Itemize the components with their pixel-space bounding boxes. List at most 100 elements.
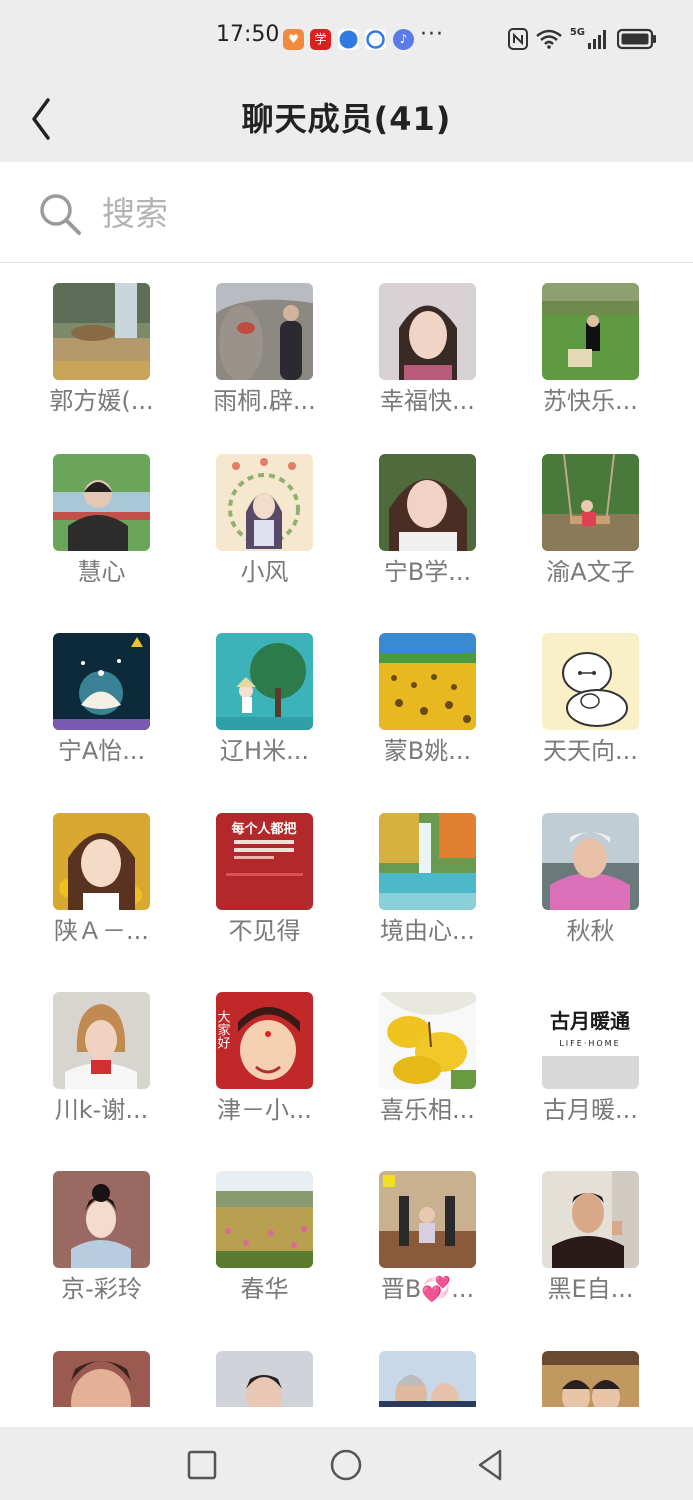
title-bar: 聊天成员(41): [0, 78, 693, 162]
avatar: [379, 283, 476, 380]
member-item[interactable]: [183, 1331, 346, 1427]
avatar: [53, 992, 150, 1089]
member-item[interactable]: 宁B学...: [346, 434, 509, 604]
avatar: [216, 1171, 313, 1268]
member-item[interactable]: 辽H米...: [183, 613, 346, 783]
member-name: 津－小...: [217, 1096, 312, 1124]
avatar: [53, 454, 150, 551]
avatar: [216, 633, 313, 730]
member-name: 不见得: [228, 917, 301, 945]
avatar: 每个人都把: [216, 813, 313, 910]
member-item[interactable]: 蒙B姚...: [346, 613, 509, 783]
avatar: [379, 633, 476, 730]
member-item[interactable]: 川k-谢...: [20, 972, 183, 1142]
avatar: [216, 283, 313, 380]
avatar: [542, 813, 639, 910]
member-item[interactable]: 京-彩玲: [20, 1151, 183, 1321]
network-type-label: 5G: [569, 27, 585, 38]
avatar: [379, 992, 476, 1089]
member-item[interactable]: 渝A文子: [509, 434, 672, 604]
member-item[interactable]: 雨桐.辟...: [183, 263, 346, 433]
app-notification-icon: [338, 29, 359, 50]
music-app-icon: ♪: [393, 29, 414, 50]
member-item[interactable]: 慧心: [20, 434, 183, 604]
avatar: [379, 1351, 476, 1407]
member-item[interactable]: 黑E自...: [509, 1151, 672, 1321]
member-name: 京-彩玲: [61, 1275, 142, 1303]
status-time: 17:50: [216, 22, 280, 47]
avatar: [53, 633, 150, 730]
member-name: 幸福快...: [380, 387, 475, 415]
avatar: [542, 454, 639, 551]
member-item[interactable]: 境由心...: [346, 793, 509, 963]
app-notification-icon: [365, 29, 386, 50]
avatar-caption: LIFE·HOME: [559, 1039, 620, 1048]
avatar: 大家好: [216, 992, 313, 1089]
member-item[interactable]: 每个人都把 不见得: [183, 793, 346, 963]
avatar: [53, 1351, 150, 1407]
signal-icon: [588, 30, 606, 49]
member-name: 喜乐相...: [380, 1096, 475, 1124]
member-item[interactable]: 秋秋: [509, 793, 672, 963]
back-triangle-icon[interactable]: [470, 1445, 510, 1485]
avatar: [53, 813, 150, 910]
recent-apps-icon[interactable]: [182, 1445, 222, 1485]
avatar: [542, 633, 639, 730]
status-bar: 17:50 ♥ 学 ♪ ··· 5G: [0, 0, 693, 78]
avatar: [216, 454, 313, 551]
member-item[interactable]: 宁A怡...: [20, 613, 183, 783]
member-item[interactable]: 小风: [183, 434, 346, 604]
member-name: 苏快乐...: [543, 387, 638, 415]
member-name: 陕Ａ－...: [54, 917, 149, 945]
member-item[interactable]: [509, 1331, 672, 1427]
member-name: 渝A文子: [546, 558, 635, 586]
member-name: 黑E自...: [547, 1275, 634, 1303]
avatar: [379, 1171, 476, 1268]
member-item[interactable]: 晋B💞...: [346, 1151, 509, 1321]
search-input[interactable]: [102, 190, 622, 236]
member-name: 小风: [240, 558, 289, 586]
battery-icon: [617, 28, 656, 50]
member-name: 辽H米...: [220, 737, 309, 765]
avatar-caption: 古月暖通: [550, 1009, 630, 1033]
avatar: [542, 1171, 639, 1268]
avatar: [542, 1351, 639, 1407]
wifi-icon: [536, 29, 562, 49]
avatar: 古月暖通 LIFE·HOME: [542, 992, 639, 1089]
avatar: [53, 283, 150, 380]
avatar: [379, 813, 476, 910]
member-item[interactable]: 陕Ａ－...: [20, 793, 183, 963]
member-item[interactable]: 苏快乐...: [509, 263, 672, 433]
member-name: 宁A怡...: [57, 737, 146, 765]
member-name: 春华: [240, 1275, 289, 1303]
member-name: 天天向...: [543, 737, 638, 765]
member-item[interactable]: 幸福快...: [346, 263, 509, 433]
avatar: [379, 454, 476, 551]
member-item[interactable]: 天天向...: [509, 613, 672, 783]
page-title: 聊天成员(41): [241, 100, 452, 138]
system-navigation-bar: [0, 1427, 693, 1500]
avatar-caption: 每个人都把: [231, 821, 296, 837]
app-notification-icon: ♥: [283, 29, 304, 50]
member-item[interactable]: 古月暖通 LIFE·HOME 古月暖...: [509, 972, 672, 1142]
more-notifications-icon: ···: [420, 22, 444, 47]
nfc-icon: [507, 28, 528, 50]
status-right-group: 5G: [507, 27, 657, 51]
member-item[interactable]: [346, 1331, 509, 1427]
member-name: 秋秋: [566, 917, 615, 945]
member-item[interactable]: 大家好 津－小...: [183, 972, 346, 1142]
avatar-caption: 大家好: [216, 1010, 230, 1049]
member-name: 宁B学...: [383, 558, 472, 586]
search-icon: [40, 194, 81, 235]
avatar: [53, 1171, 150, 1268]
member-name: 雨桐.辟...: [213, 387, 316, 415]
member-item[interactable]: 春华: [183, 1151, 346, 1321]
member-name: 川k-谢...: [54, 1096, 149, 1124]
home-icon[interactable]: [326, 1445, 366, 1485]
avatar: [542, 283, 639, 380]
member-name: 境由心...: [380, 917, 475, 945]
member-name: 郭方媛(...: [49, 387, 154, 415]
member-item[interactable]: 喜乐相...: [346, 972, 509, 1142]
member-item[interactable]: 郭方媛(...: [20, 263, 183, 433]
member-item[interactable]: [20, 1331, 183, 1427]
